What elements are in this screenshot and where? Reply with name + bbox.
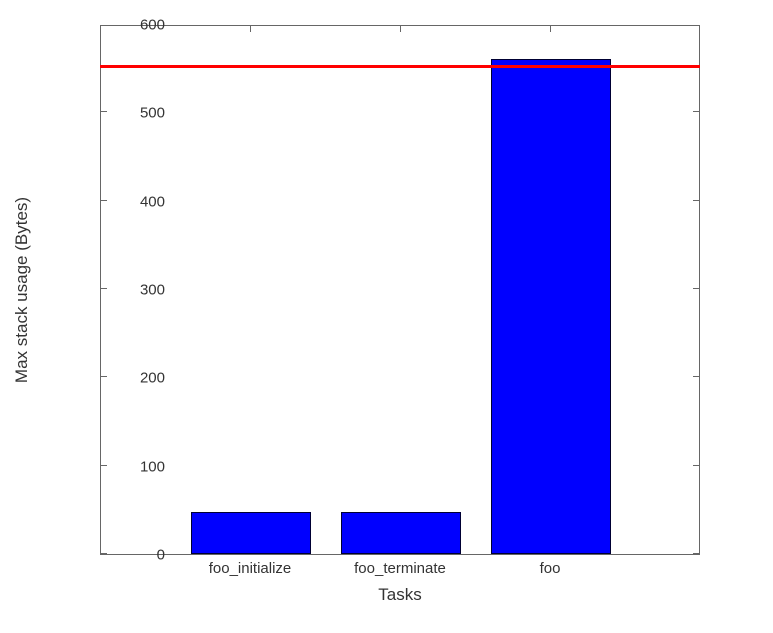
y-axis-label: Max stack usage (Bytes) — [12, 197, 32, 383]
ytick-label: 100 — [105, 458, 165, 475]
x-axis-label: Tasks — [378, 585, 421, 605]
bar-foo — [491, 59, 611, 554]
xtick-label: foo — [540, 560, 561, 577]
xtick-label: foo_initialize — [209, 560, 292, 577]
chart-figure: 0 100 200 300 400 500 600 foo_initialize… — [0, 0, 773, 633]
bar-foo-terminate — [341, 512, 461, 554]
ytick-label: 200 — [105, 370, 165, 387]
plot-area — [100, 25, 700, 555]
bar-foo-initialize — [191, 512, 311, 554]
ytick-label: 600 — [105, 17, 165, 34]
threshold-line — [100, 65, 700, 68]
ytick-label: 300 — [105, 282, 165, 299]
ytick-label: 400 — [105, 193, 165, 210]
ytick-label: 500 — [105, 105, 165, 122]
xtick-label: foo_terminate — [354, 560, 446, 577]
ytick-label: 0 — [105, 547, 165, 564]
